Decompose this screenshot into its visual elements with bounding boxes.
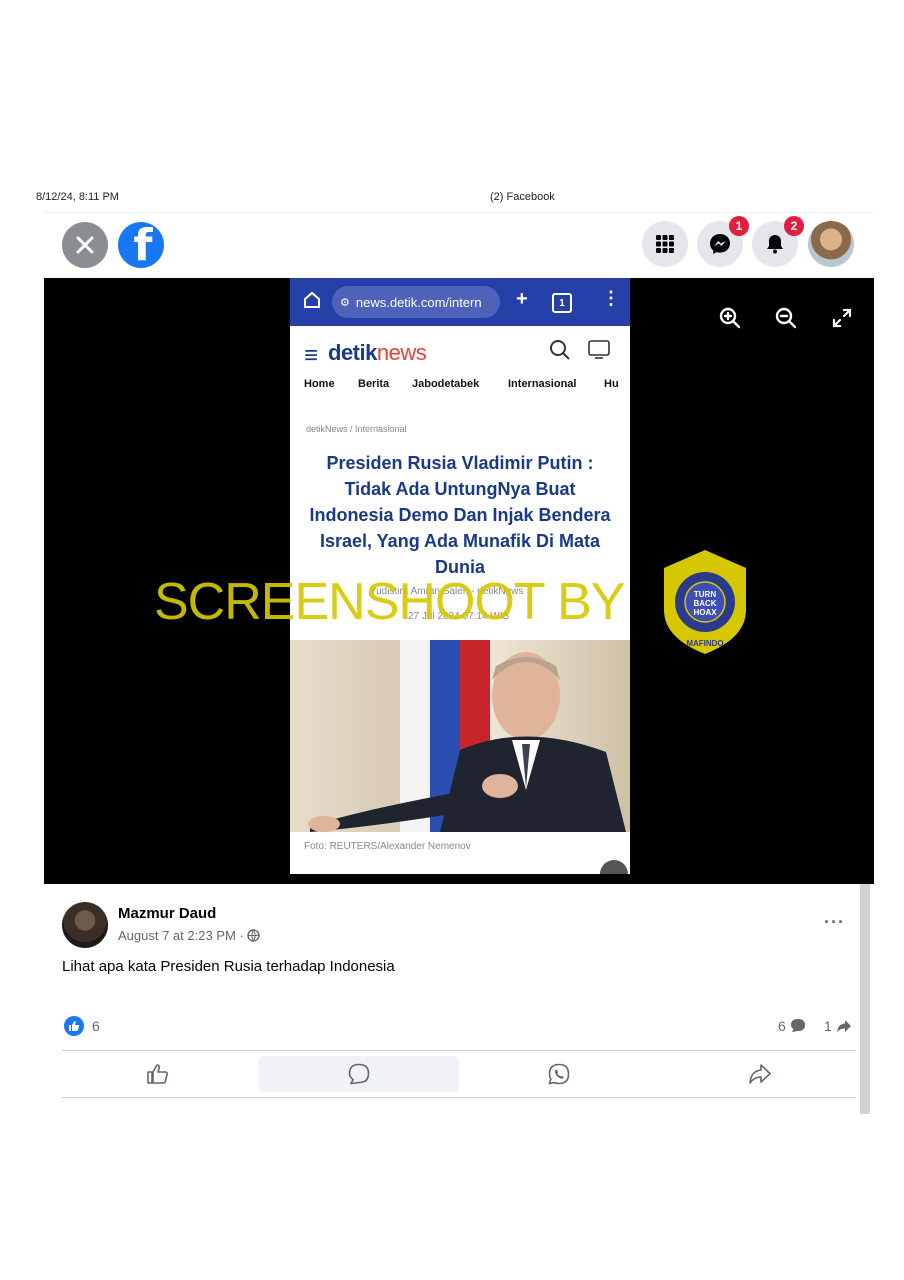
facebook-logo[interactable]: f (118, 222, 164, 268)
globe-icon (247, 929, 261, 942)
new-tab-icon: + (516, 288, 528, 310)
author-name[interactable]: Mazmur Daud (118, 905, 216, 922)
home-icon (302, 290, 322, 315)
more-vertical-icon: ⋮ (602, 288, 620, 308)
comment-count[interactable]: 6 (778, 1018, 806, 1034)
share-count-icon (836, 1020, 851, 1032)
post-timestamp[interactable]: August 7 at 2:23 PM · (118, 928, 261, 943)
like-reaction-icon[interactable] (64, 1016, 84, 1036)
expand-icon (832, 308, 852, 328)
detik-logo: detiknews (328, 340, 427, 365)
close-icon (76, 236, 94, 254)
menu-button[interactable] (642, 221, 688, 267)
svg-text:BACK: BACK (693, 599, 716, 608)
whatsapp-icon (548, 1063, 570, 1085)
share-float-icon (600, 860, 628, 874)
share-button[interactable] (660, 1056, 860, 1092)
whatsapp-send-button[interactable] (459, 1056, 659, 1092)
scrollbar[interactable] (860, 884, 870, 1114)
nav-berita: Berita (358, 378, 390, 390)
comment-icon (348, 1063, 370, 1085)
zoom-out-button[interactable] (772, 304, 800, 332)
tabs-count: 1 (552, 293, 572, 313)
bell-icon (767, 235, 783, 254)
facebook-f-icon: f (133, 222, 153, 268)
svg-text:TURN: TURN (694, 590, 716, 599)
print-datetime: 8/12/24, 8:11 PM (36, 191, 119, 203)
nav-home: Home (304, 378, 335, 390)
detik-header: ≡ detiknews Home Berita Jabodetabek Inte… (290, 326, 630, 404)
share-icon (749, 1064, 771, 1084)
comment-button[interactable] (259, 1056, 459, 1092)
zoom-in-icon (719, 307, 741, 329)
divider-bottom (62, 1097, 856, 1098)
like-count[interactable]: 6 (92, 1018, 100, 1034)
nav-internasional: Internasional (508, 378, 577, 390)
facebook-top-bar (44, 212, 874, 277)
article-photo (290, 640, 630, 832)
messenger-badge: 1 (729, 216, 749, 236)
fullscreen-button[interactable] (828, 304, 856, 332)
url-text: news.detik.com/intern (355, 294, 482, 310)
site-settings-icon: ⚙ (340, 296, 350, 309)
like-button[interactable] (58, 1056, 258, 1092)
messenger-icon (710, 234, 730, 254)
grid-menu-icon (656, 235, 674, 253)
article-headline: Presiden Rusia Vladimir Putin : Tidak Ad… (309, 453, 611, 577)
breadcrumb: detikNews / Internasional (306, 424, 407, 434)
url-bar: ⚙ news.detik.com/intern (332, 286, 500, 318)
photo-caption: Foto: REUTERS/Alexander Nemenov (304, 841, 471, 852)
profile-avatar[interactable] (808, 221, 854, 267)
svg-text:MAFINDO: MAFINDO (686, 639, 723, 648)
zoom-out-icon (775, 307, 797, 329)
thumbs-up-icon (147, 1064, 168, 1084)
print-page-title: (2) Facebook (490, 191, 555, 203)
hamburger-icon: ≡ (304, 342, 319, 369)
close-button[interactable] (62, 222, 108, 268)
live-tv-icon (588, 340, 610, 365)
nav-jabodetabek: Jabodetabek (412, 378, 480, 390)
notifications-badge: 2 (784, 216, 804, 236)
browser-bar: ⚙ news.detik.com/intern + 1 ⋮ (290, 278, 630, 326)
truncated-comment-text: ▬ ▬ ▬ ▬ ▬ ▬ ▬ (62, 1104, 184, 1112)
screenshot-watermark: SCREENSHOOT BY (154, 573, 625, 631)
share-count[interactable]: 1 (824, 1018, 852, 1034)
nav-more: Hu (604, 378, 619, 390)
mafindo-seal: TURN BACK HOAX MAFINDO (664, 550, 746, 654)
author-avatar[interactable] (62, 902, 108, 948)
zoom-in-button[interactable] (716, 304, 744, 332)
comment-count-icon (790, 1019, 805, 1032)
svg-text:HOAX: HOAX (693, 608, 717, 617)
post-options-button[interactable]: ··· (824, 912, 845, 933)
search-icon (548, 338, 572, 367)
post-text: Lihat apa kata Presiden Rusia terhadap I… (62, 958, 395, 975)
divider-top (62, 1050, 856, 1051)
